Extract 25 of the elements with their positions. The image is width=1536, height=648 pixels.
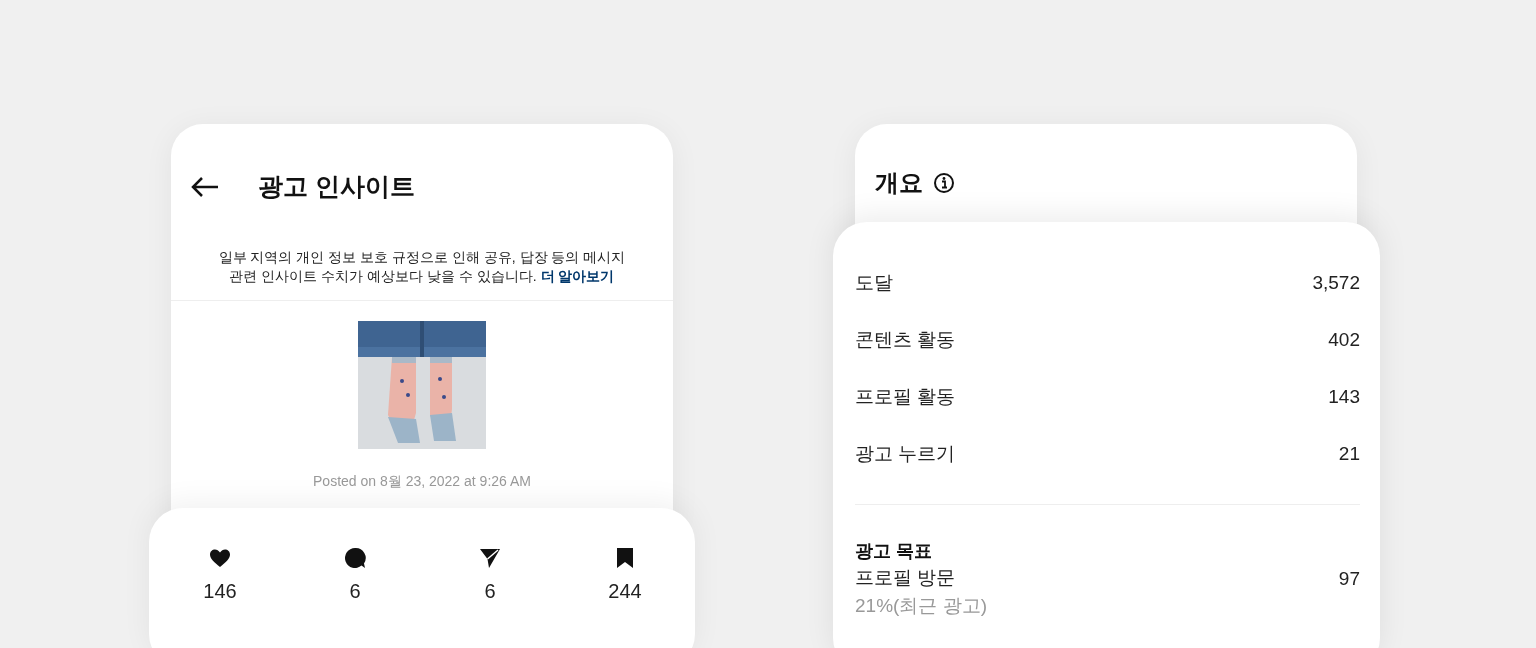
section-title: 개요 bbox=[875, 168, 923, 198]
metric-value: 3,572 bbox=[1312, 271, 1360, 296]
engagement-count: 6 bbox=[484, 579, 496, 604]
back-arrow-icon bbox=[190, 176, 220, 198]
goal-note: 21%(최근 광고) bbox=[855, 594, 987, 618]
speech-bubble-icon bbox=[343, 546, 367, 570]
metric-value: 143 bbox=[1328, 385, 1360, 410]
goal-title: 광고 목표 bbox=[855, 540, 933, 563]
engagement-count: 146 bbox=[203, 579, 237, 604]
metric-label: 광고 누르기 bbox=[855, 442, 956, 467]
paper-plane-icon bbox=[478, 546, 502, 570]
goal-label: 프로필 방문 bbox=[855, 566, 957, 590]
posted-date: Posted on 8월 23, 2022 at 9:26 AM bbox=[313, 472, 531, 491]
metric-label: 프로필 활동 bbox=[855, 385, 956, 410]
engagement-count: 244 bbox=[608, 579, 642, 604]
metric-label: 콘텐츠 활동 bbox=[855, 328, 956, 353]
info-icon[interactable] bbox=[933, 172, 955, 194]
learn-more-link[interactable]: 더 알아보기 bbox=[540, 268, 615, 284]
goal-value: 97 bbox=[1338, 566, 1360, 591]
metric-label: 도달 bbox=[855, 271, 893, 296]
page-title: 광고 인사이트 bbox=[258, 171, 415, 203]
metric-value: 402 bbox=[1328, 328, 1360, 353]
privacy-notice: 일부 지역의 개인 정보 보호 규정으로 인해 공유, 답장 등의 메시지 관련 인사이트 수치가 예상보다 낮을 수 있습니다. 더 알아보기 bbox=[217, 248, 627, 286]
engagement-count: 6 bbox=[349, 579, 361, 604]
metric-value: 21 bbox=[1338, 442, 1360, 467]
